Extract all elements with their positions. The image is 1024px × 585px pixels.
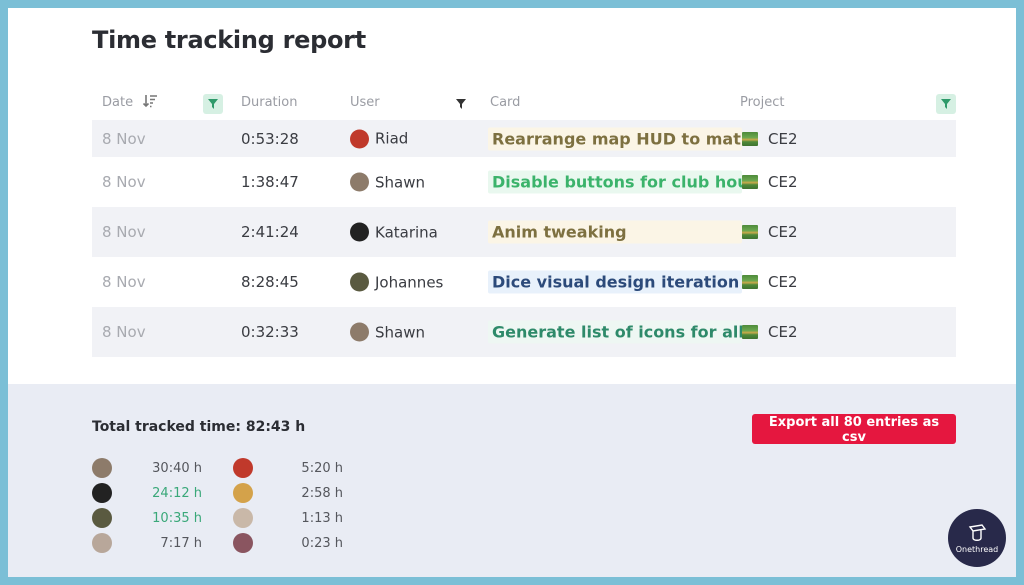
user-hours: 7:17 h	[160, 535, 202, 551]
project-filter-icon[interactable]	[936, 94, 956, 114]
user-avatar	[233, 483, 253, 503]
user-time-item: 30:40 h	[92, 458, 202, 478]
entry-date: 8 Nov	[102, 323, 146, 341]
user-hours: 24:12 h	[152, 485, 202, 501]
entry-date: 8 Nov	[102, 129, 146, 148]
project-name: CE2	[768, 273, 798, 291]
project-name: CE2	[768, 323, 798, 341]
onethread-logo: Onethread	[948, 509, 1006, 567]
logo-text: Onethread	[955, 544, 999, 554]
sort-descending-icon[interactable]	[142, 93, 158, 113]
entry-project: CE2	[742, 323, 798, 341]
user-hours: 30:40 h	[152, 460, 202, 476]
table-row[interactable]: 8 Nov 0:32:33 Shawn Generate list of icons …	[92, 307, 956, 357]
user-name: Shawn	[375, 323, 425, 341]
column-project[interactable]: Project	[740, 95, 784, 110]
column-user[interactable]: User	[350, 95, 380, 110]
user-avatar	[92, 483, 112, 503]
table-row[interactable]: 8 Nov 1:38:47 Shawn Disable buttons for clu…	[92, 157, 956, 207]
project-thumbnail-icon	[742, 225, 758, 239]
export-csv-button[interactable]: Export all 80 entries as csv	[752, 414, 956, 445]
entry-card-link[interactable]: Generate list of icons for all	[488, 320, 742, 344]
user-time-item: 10:35 h	[92, 508, 202, 528]
entry-project: CE2	[742, 273, 798, 291]
user-name: Johannes	[375, 273, 444, 291]
date-filter-icon[interactable]	[203, 94, 223, 114]
project-name: CE2	[768, 173, 798, 191]
user-avatar	[92, 533, 112, 553]
user-avatar	[350, 322, 369, 342]
user-avatar	[233, 508, 253, 528]
project-thumbnail-icon	[742, 131, 758, 146]
project-name: CE2	[768, 129, 798, 148]
user-avatar	[92, 508, 112, 528]
user-name: Shawn	[375, 173, 425, 191]
entry-duration: 0:32:33	[241, 323, 299, 341]
entry-card-link[interactable]: Dice visual design iteration	[488, 270, 742, 294]
column-date[interactable]: Date	[102, 95, 133, 110]
entry-user: Katarina	[350, 222, 438, 242]
user-hours: 1:13 h	[301, 510, 343, 526]
entry-duration: 1:38:47	[241, 173, 299, 191]
user-time-item: 0:23 h	[233, 533, 343, 553]
table-header: Date Duration User Card Project	[92, 92, 956, 116]
user-name: Riad	[375, 129, 409, 148]
page-title: Time tracking report	[92, 26, 366, 54]
project-thumbnail-icon	[742, 325, 758, 339]
entry-duration: 0:53:28	[241, 129, 299, 148]
user-hours: 5:20 h	[301, 460, 343, 476]
table-row[interactable]: 8 Nov 8:28:45 Johannes Dice visual design i…	[92, 257, 956, 307]
user-time-item: 5:20 h	[233, 458, 343, 478]
total-tracked-time: Total tracked time: 82:43 h	[92, 419, 306, 435]
summary-footer: Total tracked time: 82:43 h Export all 8…	[8, 384, 1016, 577]
user-time-item: 1:13 h	[233, 508, 343, 528]
user-time-item: 24:12 h	[92, 483, 202, 503]
user-time-item: 2:58 h	[233, 483, 343, 503]
user-hours: 2:58 h	[301, 485, 343, 501]
entry-card-link[interactable]: Anim tweaking	[488, 220, 742, 244]
entry-card-link[interactable]: Disable buttons for club hou	[488, 170, 742, 194]
time-entries-table: 8 Nov 0:53:28 Riad Rearrange map HUD to mat…	[92, 120, 956, 357]
entry-user: Johannes	[350, 272, 444, 292]
user-avatar	[233, 533, 253, 553]
entry-project: CE2	[742, 130, 798, 148]
user-filter-icon[interactable]	[451, 94, 471, 114]
table-row[interactable]: 8 Nov 0:53:28 Riad Rearrange map HUD to mat…	[92, 120, 956, 157]
entry-duration: 8:28:45	[241, 273, 299, 291]
report-window: Time tracking report Date Duration User …	[8, 8, 1016, 577]
user-avatar	[350, 172, 369, 192]
project-name: CE2	[768, 223, 798, 241]
user-avatar	[92, 458, 112, 478]
project-thumbnail-icon	[742, 175, 758, 189]
entry-date: 8 Nov	[102, 173, 146, 191]
user-avatar	[350, 129, 369, 148]
entry-project: CE2	[742, 223, 798, 241]
entry-card-link[interactable]: Rearrange map HUD to mat	[488, 127, 742, 150]
table-row[interactable]: 8 Nov 2:41:24 Katarina Anim tweaking CE2	[92, 207, 956, 257]
user-hours: 0:23 h	[301, 535, 343, 551]
user-avatar	[350, 222, 369, 242]
user-avatar	[233, 458, 253, 478]
entry-date: 8 Nov	[102, 273, 146, 291]
entry-user: Shawn	[350, 322, 425, 342]
entry-date: 8 Nov	[102, 223, 146, 241]
entry-user: Shawn	[350, 172, 425, 192]
column-duration[interactable]: Duration	[241, 95, 297, 110]
project-thumbnail-icon	[742, 275, 758, 289]
user-time-item: 7:17 h	[92, 533, 202, 553]
entry-duration: 2:41:24	[241, 223, 299, 241]
column-card[interactable]: Card	[490, 95, 520, 110]
user-hours: 10:35 h	[152, 510, 202, 526]
entry-project: CE2	[742, 173, 798, 191]
logo-icon	[968, 523, 987, 541]
user-avatar	[350, 272, 369, 292]
entry-user: Riad	[350, 129, 408, 148]
user-name: Katarina	[375, 223, 438, 241]
